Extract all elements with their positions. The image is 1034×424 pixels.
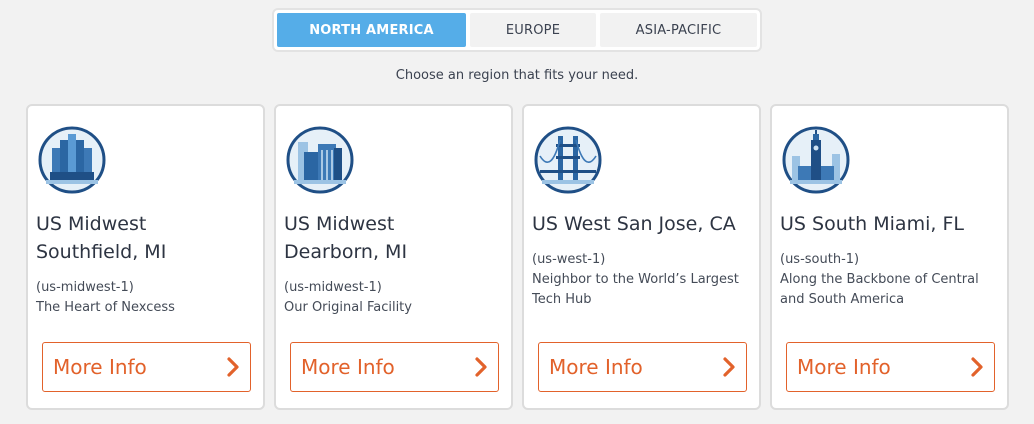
more-info-button[interactable]: More Info	[538, 342, 747, 392]
card-title-line1: US Midwest	[36, 213, 147, 235]
dearborn-building-icon	[286, 126, 354, 194]
chevron-right-icon	[723, 357, 735, 377]
card-title-line1: US Midwest	[284, 213, 395, 235]
region-description: Our Original Facility	[284, 300, 412, 315]
card-title: US West San Jose, CA	[532, 210, 756, 238]
card-title: US Midwest Southfield, MI	[36, 210, 260, 266]
tab-asia-pacific[interactable]: ASIA-PACIFIC	[600, 13, 757, 47]
more-info-button[interactable]: More Info	[42, 342, 251, 392]
chevron-right-icon	[971, 357, 983, 377]
card-title-line1: US West San Jose, CA	[532, 213, 736, 235]
tab-north-america[interactable]: NORTH AMERICA	[277, 13, 466, 47]
region-description: Neighbor to the World’s Largest Tech Hub	[532, 272, 739, 307]
region-tabs: NORTH AMERICA EUROPE ASIA-PACIFIC	[272, 8, 762, 52]
card-title: US South Miami, FL	[780, 210, 1004, 238]
page-subtitle: Choose an region that fits your need.	[395, 68, 639, 83]
more-info-button[interactable]: More Info	[786, 342, 995, 392]
more-info-label: More Info	[53, 355, 147, 379]
chevron-right-icon	[227, 357, 239, 377]
card-title-line1: US South Miami, FL	[780, 213, 964, 235]
freedom-tower-icon	[782, 126, 850, 194]
more-info-label: More Info	[301, 355, 395, 379]
region-code: (us-south-1)	[780, 252, 860, 267]
region-description: The Heart of Nexcess	[36, 300, 175, 315]
tab-europe[interactable]: EUROPE	[470, 13, 596, 47]
region-card-miami: US South Miami, FL (us-south-1) Along th…	[770, 104, 1009, 410]
card-title: US Midwest Dearborn, MI	[284, 210, 508, 266]
region-card-san-jose: US West San Jose, CA (us-west-1) Neighbo…	[522, 104, 761, 410]
chevron-right-icon	[475, 357, 487, 377]
region-card-dearborn: US Midwest Dearborn, MI (us-midwest-1) O…	[274, 104, 513, 410]
more-info-label: More Info	[549, 355, 643, 379]
region-code: (us-midwest-1)	[284, 280, 382, 295]
region-code: (us-west-1)	[532, 252, 606, 267]
card-title-line2: Southfield, MI	[36, 241, 167, 263]
card-title-line2: Dearborn, MI	[284, 241, 408, 263]
more-info-button[interactable]: More Info	[290, 342, 499, 392]
region-description: Along the Backbone of Central and South …	[780, 272, 979, 307]
region-code: (us-midwest-1)	[36, 280, 134, 295]
golden-gate-bridge-icon	[534, 126, 602, 194]
renaissance-center-icon	[38, 126, 106, 194]
more-info-label: More Info	[797, 355, 891, 379]
region-card-southfield: US Midwest Southfield, MI (us-midwest-1)…	[26, 104, 265, 410]
